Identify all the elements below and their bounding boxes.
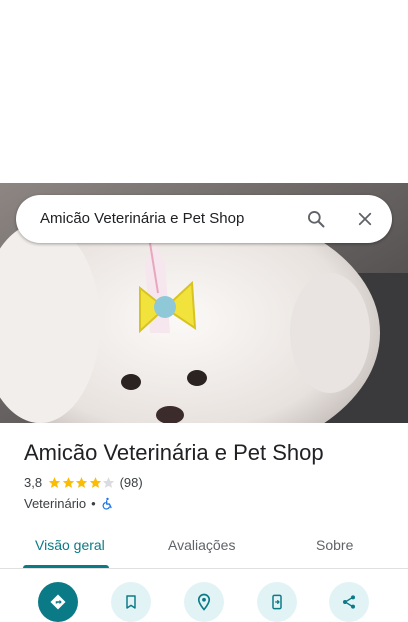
search-icon bbox=[308, 211, 325, 228]
search-button[interactable] bbox=[302, 205, 330, 233]
directions-icon bbox=[50, 594, 66, 610]
tab-overview[interactable]: Visão geral bbox=[35, 537, 105, 553]
star-icon bbox=[89, 477, 101, 488]
tab-about[interactable]: Sobre bbox=[316, 537, 353, 553]
send-to-phone-button[interactable] bbox=[257, 582, 297, 622]
save-icon bbox=[126, 595, 136, 609]
directions-button[interactable] bbox=[38, 582, 78, 622]
nearby-icon bbox=[197, 593, 211, 611]
share-button[interactable] bbox=[329, 582, 369, 622]
save-button[interactable] bbox=[111, 582, 151, 622]
separator-dot: • bbox=[91, 496, 96, 511]
star-icon bbox=[48, 477, 61, 488]
search-input[interactable]: Amicão Veterinária e Pet Shop bbox=[40, 210, 244, 227]
close-icon bbox=[358, 212, 372, 226]
rating-value: 3,8 bbox=[24, 475, 43, 490]
wheelchair-icon bbox=[102, 497, 112, 510]
search-bar[interactable]: Amicão Veterinária e Pet Shop bbox=[16, 195, 392, 243]
star-icon bbox=[75, 477, 88, 488]
tab-reviews[interactable]: Avaliações bbox=[168, 537, 235, 553]
place-title: Amicão Veterinária e Pet Shop bbox=[24, 440, 324, 465]
star-empty-icon bbox=[102, 477, 115, 488]
star-rating bbox=[48, 476, 116, 489]
place-category: Veterinário bbox=[24, 496, 87, 511]
tab-bar: Visão geral Avaliações Sobre bbox=[0, 525, 408, 569]
send-to-phone-icon bbox=[272, 594, 282, 610]
active-tab-indicator bbox=[23, 565, 109, 568]
rating-row[interactable]: 3,8 (98) bbox=[24, 475, 143, 490]
nearby-button[interactable] bbox=[184, 582, 224, 622]
close-button[interactable] bbox=[351, 205, 379, 233]
reviews-count[interactable]: (98) bbox=[120, 475, 143, 490]
star-icon bbox=[62, 477, 74, 488]
share-icon bbox=[343, 595, 355, 609]
category-row: Veterinário • bbox=[24, 496, 114, 511]
